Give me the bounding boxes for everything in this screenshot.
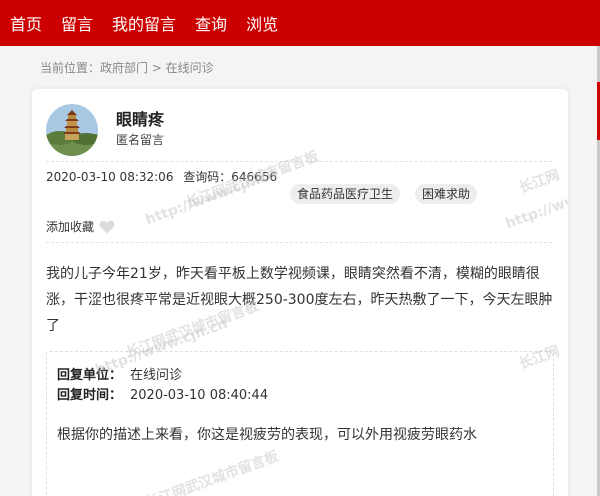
message-meta: 2020-03-10 08:32:06 查询码：646656 xyxy=(46,168,277,185)
favorite-label: 添加收藏 xyxy=(46,220,95,234)
add-favorite-button[interactable]: 添加收藏 xyxy=(46,218,115,235)
avatar xyxy=(46,104,98,156)
message-card: 眼睛疼 匿名留言 2020-03-10 08:32:06 查询码：646656 … xyxy=(31,88,569,496)
nav-message[interactable]: 留言 xyxy=(61,11,93,35)
reply-time: 2020-03-10 08:40:44 xyxy=(130,388,269,403)
query-code: 查询码：646656 xyxy=(183,170,278,184)
watermark-short: 长江网 xyxy=(516,167,562,197)
tag-hardship-help[interactable]: 困难求助 xyxy=(415,184,478,204)
reply-text: 根据你的描述上来看，你这是视疲劳的表现，可以外用视疲劳眼药水 xyxy=(57,427,477,443)
breadcrumb: 当前位置：政府部门 > 在线问诊 xyxy=(40,61,214,75)
reply-time-label: 回复时间： xyxy=(57,388,123,403)
reply-unit-label: 回复单位： xyxy=(57,368,123,383)
reply-unit: 在线问诊 xyxy=(130,368,183,383)
tag-food-drug-medical[interactable]: 食品药品医疗卫生 xyxy=(290,184,401,204)
watermark-url: http://www.cjn.cn xyxy=(503,169,569,233)
nav-my-messages[interactable]: 我的留言 xyxy=(112,11,176,35)
nav-browse[interactable]: 浏览 xyxy=(246,11,278,35)
nav-home[interactable]: 首页 xyxy=(10,11,42,35)
reply-box: 回复单位： 在线问诊 回复时间： 2020-03-10 08:40:44 根据你的描… xyxy=(46,351,554,496)
message-datetime: 2020-03-10 08:32:06 xyxy=(46,170,174,184)
message-title: 眼睛疼 xyxy=(116,110,165,129)
message-body: 我的儿子今年21岁，昨天看平板上数学视频课，眼睛突然看不清，模糊的眼睛很涨，干涩… xyxy=(46,266,553,334)
top-nav: 首页 留言 我的留言 查询 浏览 xyxy=(0,0,600,46)
reply-unit-row: 回复单位： 在线问诊 xyxy=(57,366,543,386)
heart-icon xyxy=(99,220,115,233)
divider xyxy=(46,242,552,243)
divider xyxy=(46,161,552,162)
reply-time-row: 回复时间： 2020-03-10 08:40:44 xyxy=(57,386,543,406)
anonymous-label: 匿名留言 xyxy=(116,133,165,147)
nav-query[interactable]: 查询 xyxy=(195,11,227,35)
